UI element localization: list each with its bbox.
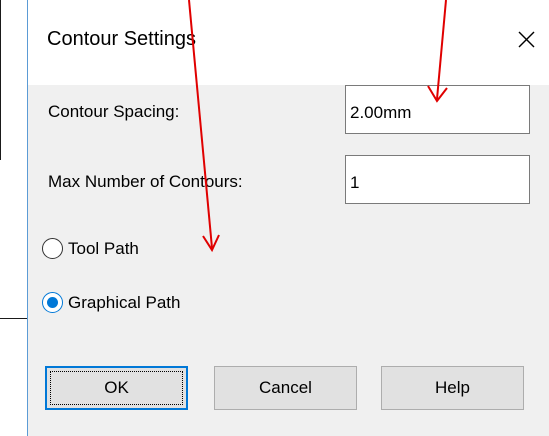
contour-settings-dialog: Contour Settings Contour Spacing: Max Nu…: [27, 0, 549, 436]
graphical-path-radio[interactable]: [42, 292, 63, 313]
max-contours-input[interactable]: [345, 155, 530, 204]
help-button[interactable]: Help: [381, 366, 524, 410]
tool-path-radio[interactable]: [42, 238, 63, 259]
close-button[interactable]: [503, 16, 549, 62]
ok-button[interactable]: OK: [45, 366, 188, 410]
radio-selected-dot: [46, 296, 58, 308]
background-line: [0, 318, 27, 319]
tool-path-label[interactable]: Tool Path: [68, 239, 139, 259]
close-icon: [518, 31, 535, 48]
background-line: [0, 0, 1, 160]
dialog-title: Contour Settings: [47, 28, 196, 50]
graphical-path-label[interactable]: Graphical Path: [68, 293, 180, 313]
cancel-button[interactable]: Cancel: [214, 366, 357, 410]
max-contours-label: Max Number of Contours:: [48, 172, 243, 191]
title-bar: Contour Settings: [28, 0, 549, 85]
contour-spacing-input[interactable]: [345, 85, 530, 134]
contour-spacing-label: Contour Spacing:: [48, 102, 180, 121]
